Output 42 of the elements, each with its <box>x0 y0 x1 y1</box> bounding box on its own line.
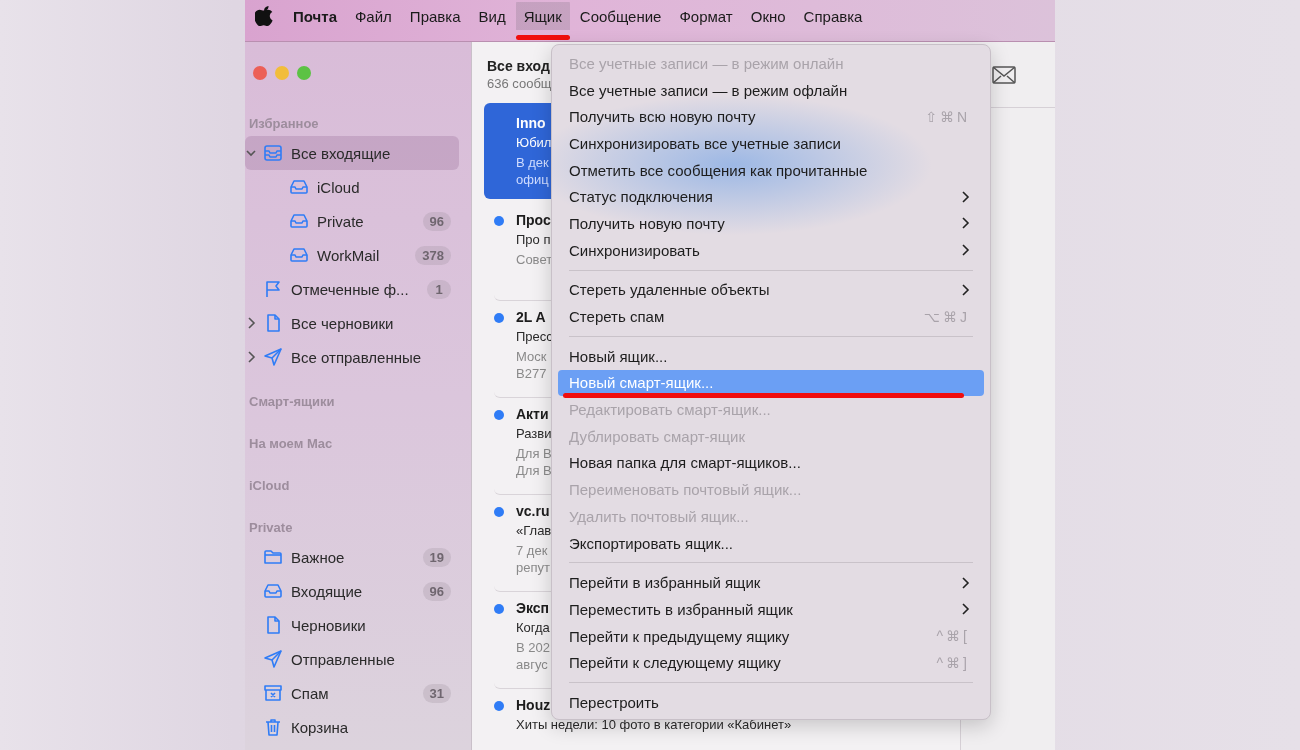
message-sender: vc.ru <box>516 503 550 519</box>
message-subject: Разви <box>516 426 552 441</box>
unread-count: 378 <box>415 245 451 265</box>
message-sender: Эксп <box>516 600 550 616</box>
section-heading: Смарт-ящики <box>248 392 335 411</box>
message-preview: Моск <box>516 348 547 365</box>
keyboard-shortcut: ^⌘[ <box>936 628 970 645</box>
keyboard-shortcut: ⌥⌘J <box>923 308 970 325</box>
message-sender: Houz <box>516 697 551 713</box>
message-preview: офиц <box>516 171 549 188</box>
keyboard-shortcut: ⇧⌘N <box>925 108 970 125</box>
message-preview: Совет <box>516 251 553 268</box>
message-preview: В дек <box>516 154 549 171</box>
section-heading: Избранное <box>248 114 319 133</box>
section-heading: iCloud <box>248 476 290 495</box>
message-preview: Для В <box>516 462 552 479</box>
message-preview: авгус <box>516 656 548 673</box>
message-sender: Прос <box>516 212 551 228</box>
message-sender: 2L A <box>516 309 546 325</box>
unread-count: 1 <box>427 279 451 299</box>
message-preview: 7 дек <box>516 542 548 559</box>
unread-count: 96 <box>422 211 451 231</box>
unread-count: 31 <box>422 683 451 703</box>
section-heading: На моем Mac <box>248 434 333 453</box>
message-subject: Хиты недели: 10 фото в категории «Кабинет» <box>516 717 792 732</box>
message-preview: Для В <box>516 445 552 462</box>
message-subject: «Глав <box>516 523 552 538</box>
section-heading: Private <box>248 518 293 537</box>
message-sender: Inno <box>516 115 546 131</box>
message-preview: репут <box>516 559 550 576</box>
message-subject: Пресс <box>516 329 553 344</box>
mailbox-title: Все вход <box>487 58 550 74</box>
message-subject: Юбил <box>516 135 552 150</box>
unread-count: 96 <box>422 581 451 601</box>
message-subject: Про п <box>516 232 551 247</box>
message-count: 636 сообщ <box>487 76 552 91</box>
message-preview: B277 <box>516 365 547 382</box>
message-sender: Акти <box>516 406 549 422</box>
message-subject: Когда <box>516 620 550 635</box>
unread-count: 19 <box>422 547 451 567</box>
keyboard-shortcut: ^⌘] <box>936 654 970 671</box>
message-preview: В 202 <box>516 639 550 656</box>
